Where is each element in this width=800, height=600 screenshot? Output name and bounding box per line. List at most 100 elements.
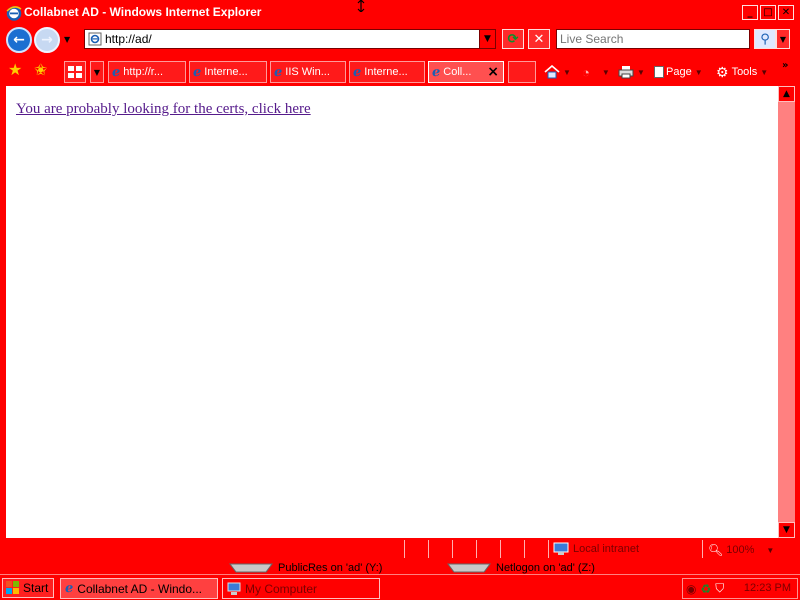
stop-icon: ✕ xyxy=(533,31,545,47)
back-arrow-icon: ← xyxy=(13,32,25,48)
search-options-dropdown[interactable]: ▼ xyxy=(776,29,790,49)
windows-logo-icon xyxy=(6,581,19,594)
chevron-down-icon: ▼ xyxy=(760,67,769,77)
refresh-button[interactable]: ⟳ xyxy=(502,29,524,49)
tab-list-button[interactable]: ▼ xyxy=(90,61,104,83)
quick-tabs-button[interactable] xyxy=(64,61,86,83)
internet-explorer-icon: ℯ xyxy=(274,64,283,80)
chevron-down-icon: ▼ xyxy=(93,67,101,77)
certs-link[interactable]: You are probably looking for the certs, … xyxy=(16,101,311,118)
tab-label: Coll... xyxy=(443,66,472,78)
chevron-down-icon: ▼ xyxy=(694,67,703,77)
forward-arrow-icon: → xyxy=(41,32,53,48)
vertical-scrollbar[interactable]: ▲ ▼ xyxy=(778,86,795,538)
address-bar[interactable]: ▼ xyxy=(84,29,496,49)
taskbar: Start ℯ Collabnet AD - Windo... My Compu… xyxy=(0,574,800,600)
gear-icon: ⚙ xyxy=(716,63,729,80)
network-drive-icon xyxy=(444,562,494,574)
print-button[interactable]: ▼ xyxy=(618,63,645,81)
zoom-level-button[interactable]: 🔍︎ 100% ▼ xyxy=(708,541,774,559)
tab-bar: ★ ✬ ▼ ℯ http://r... ℯ Interne... ℯ IIS W… xyxy=(0,56,800,86)
status-divider xyxy=(428,540,429,558)
chevron-down-icon: ▼ xyxy=(601,67,610,77)
printer-icon xyxy=(618,66,634,79)
search-box[interactable] xyxy=(556,29,750,49)
minimize-icon: _ xyxy=(747,7,753,18)
chevron-down-icon: ▼ xyxy=(484,34,491,44)
internet-explorer-icon: ℯ xyxy=(112,64,121,80)
tab-3[interactable]: ℯ IIS Win... xyxy=(270,61,346,83)
favorites-center-button[interactable]: ★ xyxy=(8,60,22,79)
maximize-icon: □ xyxy=(763,7,773,18)
status-divider xyxy=(500,540,501,558)
security-zone-label: Local intranet xyxy=(573,543,640,555)
status-divider xyxy=(404,540,405,558)
tab-label: Interne... xyxy=(364,66,408,78)
forward-button[interactable]: → xyxy=(34,27,60,53)
tab-2[interactable]: ℯ Interne... xyxy=(189,61,267,83)
intranet-zone-icon xyxy=(553,542,569,555)
rss-feed-icon: ◔ xyxy=(582,64,590,80)
chevron-down-icon: ▼ xyxy=(637,67,645,77)
chevron-down-icon: ▼ xyxy=(779,34,787,44)
add-star-icon: ✬ xyxy=(34,60,48,79)
desktop-drive-label[interactable]: Netlogon on 'ad' (Z:) xyxy=(496,562,595,574)
close-button[interactable]: ✕ xyxy=(778,5,794,20)
home-icon xyxy=(544,65,560,79)
status-divider xyxy=(524,540,525,558)
page-icon xyxy=(654,66,664,78)
down-arrow-icon: ▼ xyxy=(783,525,790,535)
tab-label: http://r... xyxy=(123,66,164,78)
shield-tray-icon[interactable]: ⛉ xyxy=(715,581,724,596)
network-drive-icon xyxy=(226,562,276,574)
recent-pages-dropdown[interactable]: ▼ xyxy=(64,35,70,44)
taskbar-button-label: Collabnet AD - Windo... xyxy=(77,581,203,596)
page-icon xyxy=(88,32,102,46)
stop-button[interactable]: ✕ xyxy=(528,29,550,49)
internet-explorer-icon: ℯ xyxy=(193,64,202,80)
status-divider xyxy=(452,540,453,558)
internet-explorer-icon xyxy=(6,6,22,21)
search-button[interactable]: ⚲ xyxy=(754,29,776,49)
taskbar-button-my-computer[interactable]: My Computer xyxy=(222,578,380,599)
tab-label: IIS Win... xyxy=(285,66,330,78)
status-bar: Local intranet 🔍︎ 100% ▼ xyxy=(0,538,800,562)
back-button[interactable]: ← xyxy=(6,27,32,53)
network-tray-icon[interactable]: ◉ xyxy=(686,582,696,596)
tab-4[interactable]: ℯ Interne... xyxy=(349,61,425,83)
maximize-button[interactable]: □ xyxy=(760,5,776,20)
home-button[interactable]: ▼ xyxy=(544,63,571,81)
search-input[interactable] xyxy=(560,31,746,47)
close-icon: ✕ xyxy=(781,7,791,18)
internet-explorer-icon: ℯ xyxy=(353,64,362,80)
magnifier-icon: 🔍︎ xyxy=(708,543,724,557)
close-tab-icon[interactable]: × xyxy=(487,64,499,80)
address-dropdown-button[interactable]: ▼ xyxy=(479,30,495,48)
tools-menu-button[interactable]: ⚙ Tools ▼ xyxy=(716,63,768,81)
star-icon: ★ xyxy=(8,60,23,79)
tools-menu-label: Tools xyxy=(731,66,758,78)
url-input[interactable] xyxy=(105,31,475,47)
chevron-down-icon: ▼ xyxy=(766,545,775,555)
tab-5-active[interactable]: ℯ Coll... × xyxy=(428,61,504,83)
minimize-button[interactable]: _ xyxy=(742,5,758,20)
title-bar[interactable]: Collabnet AD - Windows Internet Explorer… xyxy=(0,0,800,26)
chevron-down-icon: ▼ xyxy=(64,35,71,44)
taskbar-button-ie[interactable]: ℯ Collabnet AD - Windo... xyxy=(60,578,218,599)
tab-1[interactable]: ℯ http://r... xyxy=(108,61,186,83)
feeds-button[interactable]: ◔ ▼ xyxy=(582,63,610,81)
page-menu-button[interactable]: Page ▼ xyxy=(654,63,703,81)
scroll-up-button[interactable]: ▲ xyxy=(778,86,795,102)
new-tab-button[interactable] xyxy=(508,61,536,83)
add-to-favorites-button[interactable]: ✬ xyxy=(34,60,47,79)
computer-icon xyxy=(227,582,241,595)
window-title: Collabnet AD - Windows Internet Explorer xyxy=(24,5,262,19)
desktop-drive-label[interactable]: PublicRes on 'ad' (Y:) xyxy=(278,562,382,574)
toolbar-overflow-button[interactable]: » xyxy=(782,60,788,71)
system-tray: ◉ ♻ ⛉ 12:23 PM xyxy=(682,578,798,599)
internet-explorer-icon: ℯ xyxy=(65,581,74,596)
quick-tabs-icon xyxy=(68,66,82,78)
start-button[interactable]: Start xyxy=(2,578,54,598)
scroll-down-button[interactable]: ▼ xyxy=(778,522,795,538)
recycle-tray-icon[interactable]: ♻ xyxy=(700,582,711,596)
